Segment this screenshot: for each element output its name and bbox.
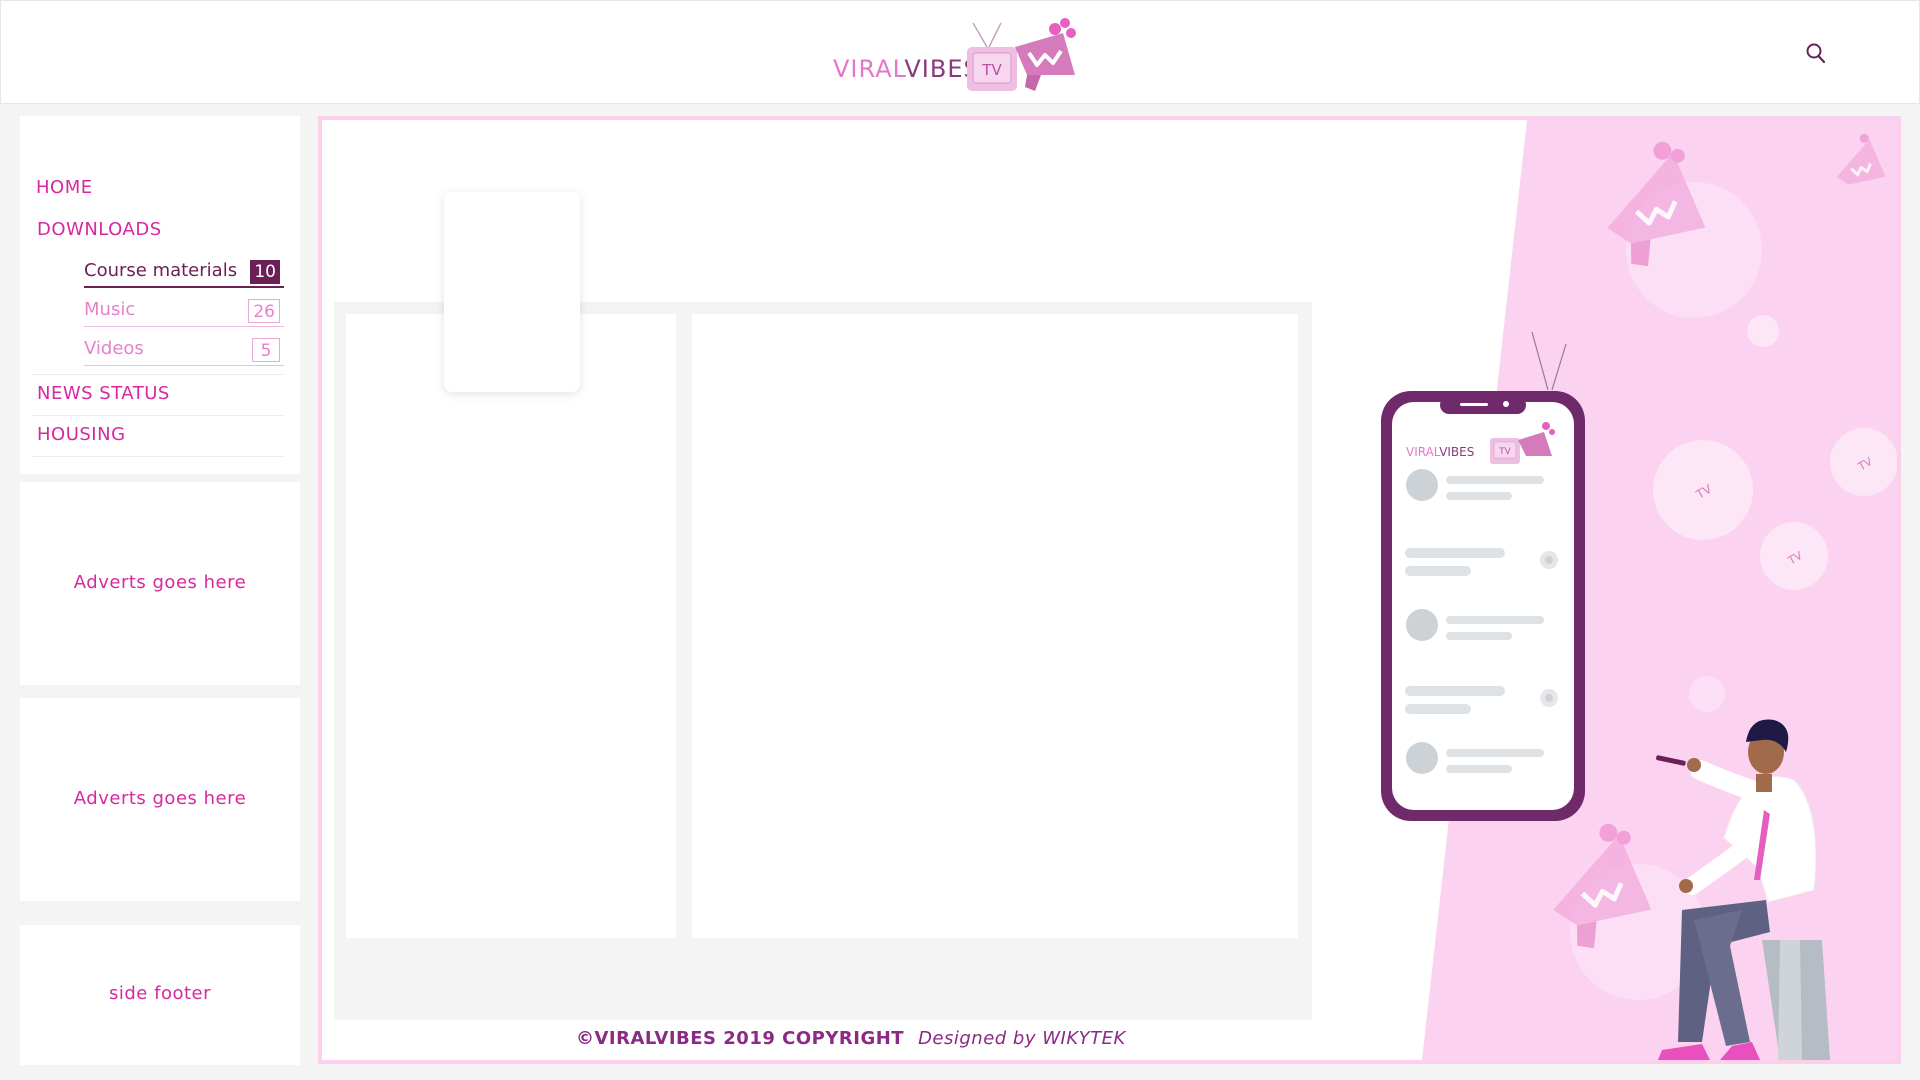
logo-tv-text: TV: [981, 61, 1002, 79]
search-icon: [1806, 43, 1826, 64]
main-footer: ©VIRALVIBES 2019 COPYRIGHT Designed by WI…: [576, 1028, 1126, 1049]
site-logo[interactable]: VIRALVIBES TV: [827, 13, 1087, 97]
download-count-badge: 10: [250, 260, 280, 284]
phone-tv-text: TV: [1498, 447, 1511, 457]
side-footer: side footer: [20, 925, 300, 1065]
advert-text: Adverts goes here: [73, 788, 247, 809]
tv-megaphone-icon: TV: [967, 18, 1076, 91]
nav-home[interactable]: HOME: [36, 177, 93, 198]
nav-news-status[interactable]: NEWS STATUS: [37, 383, 170, 404]
side-footer-text: side footer: [109, 983, 211, 1004]
advert-card: Adverts goes here: [20, 698, 300, 901]
floating-card: [444, 192, 580, 392]
nav-downloads[interactable]: DOWNLOADS: [37, 219, 162, 240]
download-count-badge: 26: [248, 299, 280, 323]
content-panel-left: [346, 314, 676, 938]
logo-text: VIRALVIBES: [833, 55, 980, 83]
nav-divider: [32, 374, 284, 375]
search-button[interactable]: [1803, 41, 1829, 67]
download-count-badge: 5: [252, 338, 280, 362]
logo-text-viral: VIRAL: [833, 55, 905, 83]
sidebar-nav: HOME DOWNLOADS Course materials 10 Music…: [20, 116, 300, 474]
content-area: [334, 302, 1312, 1020]
main-panel: TV TV TV VIRALVIBES TV ©VIRALVIBES 2019 …: [318, 116, 1901, 1064]
nav-divider: [32, 415, 284, 416]
advert-card: Adverts goes here: [20, 482, 300, 685]
content-panel-right: [692, 314, 1298, 938]
nav-housing[interactable]: HOUSING: [37, 424, 126, 445]
advert-text: Adverts goes here: [73, 572, 247, 593]
download-item-course-materials[interactable]: Course materials 10: [84, 260, 284, 288]
designed-by-text[interactable]: Designed by WIKYTEK: [918, 1028, 1126, 1049]
nav-divider: [32, 456, 284, 457]
copyright-text: ©VIRALVIBES 2019 COPYRIGHT: [576, 1028, 905, 1049]
top-header: VIRALVIBES TV: [0, 0, 1920, 104]
item-underline: [84, 365, 284, 366]
item-underline: [84, 286, 284, 288]
item-underline: [84, 326, 284, 327]
download-item-videos[interactable]: Videos 5: [84, 338, 284, 366]
download-item-label: Course materials: [84, 260, 238, 281]
download-item-label: Videos: [84, 338, 144, 359]
download-item-label: Music: [84, 299, 136, 320]
phone-logo-text: VIRALVIBES: [1406, 445, 1474, 459]
download-item-music[interactable]: Music 26: [84, 299, 284, 327]
